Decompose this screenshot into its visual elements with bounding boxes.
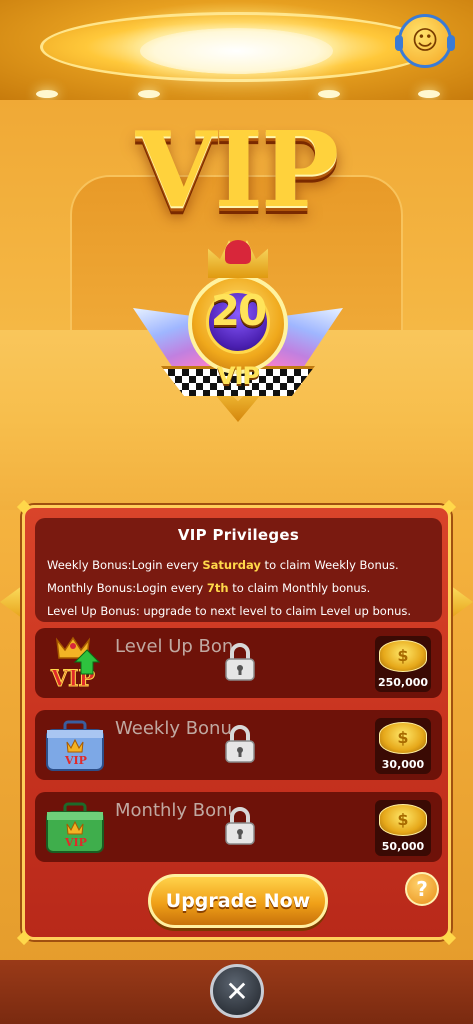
- monthly-suffix: to claim Monthly bonus.: [228, 581, 371, 595]
- coin-stack-icon: $: [379, 640, 427, 672]
- coin-reward-box: $ 250,000: [375, 636, 431, 692]
- bonus-label: Level Up Bonus: [115, 636, 233, 657]
- coin-reward-box: $ 30,000: [375, 718, 431, 774]
- monthly-bonus-text: Monthly Bonus:Login every 7th to claim M…: [47, 581, 370, 595]
- weekly-prefix: Weekly Bonus:Login every: [47, 558, 203, 572]
- coin-stack-icon: $: [379, 722, 427, 754]
- coin-amount: 50,000: [381, 840, 425, 853]
- spotlight: [318, 90, 340, 98]
- ceiling-light: [140, 28, 333, 74]
- coin-reward-box: $ 50,000: [375, 800, 431, 856]
- monthly-prefix: Monthly Bonus:Login every: [47, 581, 207, 595]
- vip-level-up-icon: VIP: [50, 636, 101, 692]
- coin-amount: 30,000: [381, 758, 425, 771]
- lock-icon: [225, 725, 255, 763]
- weekly-suffix: to claim Weekly Bonus.: [260, 558, 399, 572]
- weekly-bonus-text: Weekly Bonus:Login every Saturday to cla…: [47, 558, 399, 572]
- vip-level-label: VIP: [216, 362, 260, 390]
- svg-text:VIP: VIP: [64, 836, 87, 849]
- privileges-box: VIP Privileges Weekly Bonus:Login every …: [35, 518, 442, 622]
- svg-text:VIP: VIP: [64, 754, 87, 767]
- spotlight: [36, 90, 58, 98]
- corner-decoration: [16, 930, 32, 946]
- levelup-bonus-text: Level Up Bonus: upgrade to next level to…: [47, 604, 412, 618]
- bonus-row-weekly[interactable]: VIP Weekly Bonus $ 30,000: [35, 710, 442, 780]
- spotlight: [418, 90, 440, 98]
- lock-icon: [225, 807, 255, 845]
- close-button[interactable]: ✕: [210, 964, 264, 1018]
- coin-stack-icon: $: [379, 804, 427, 836]
- weekly-highlight: Saturday: [202, 558, 261, 572]
- vip-level-badge: 20 VIP: [133, 236, 343, 426]
- privileges-title: VIP Privileges: [177, 526, 300, 544]
- crown-jewel: [225, 240, 251, 264]
- coin-amount: 250,000: [377, 676, 429, 689]
- bonus-row-level-up[interactable]: VIP Level Up Bonus $ 250,000: [35, 628, 442, 698]
- vip-privileges-panel: VIP Privileges Weekly Bonus:Login every …: [16, 499, 457, 946]
- vip-title: VIP: [135, 108, 340, 231]
- green-briefcase-icon: VIP: [46, 802, 104, 853]
- vip-level-number: 20: [210, 286, 267, 335]
- lock-icon: [225, 643, 255, 681]
- bonus-label: Weekly Bonus: [115, 718, 233, 739]
- headset-smiley-icon[interactable]: ☺: [395, 14, 455, 68]
- monthly-highlight: 7th: [206, 581, 229, 595]
- help-icon[interactable]: ?: [405, 872, 439, 906]
- corner-decoration: [441, 930, 457, 946]
- blue-briefcase-icon: VIP: [46, 720, 104, 771]
- bonus-label: Monthly Bonus: [115, 800, 233, 821]
- bonus-row-monthly[interactable]: VIP Monthly Bonus $ 50,000: [35, 792, 442, 862]
- upgrade-now-button[interactable]: Upgrade Now: [148, 874, 328, 928]
- spotlight: [138, 90, 160, 98]
